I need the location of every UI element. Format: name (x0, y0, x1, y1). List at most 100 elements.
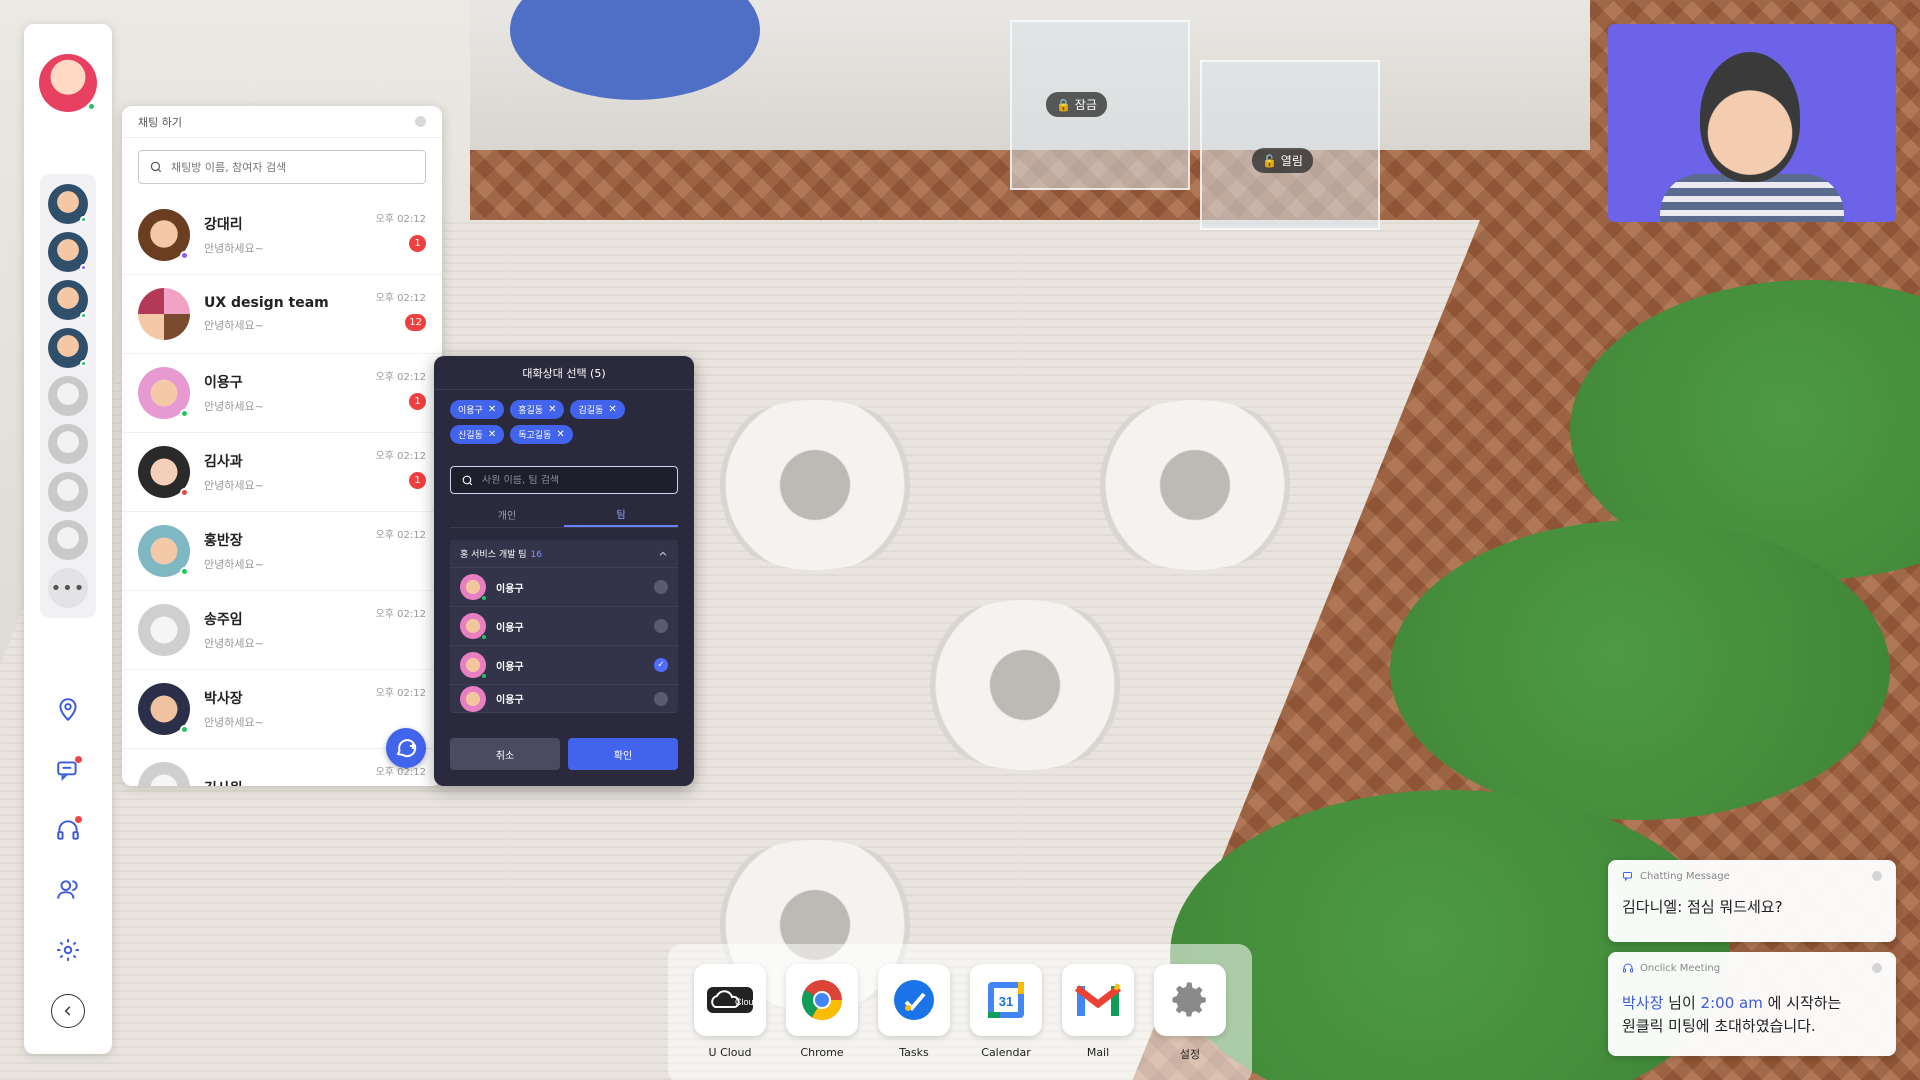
chat-list-item[interactable]: 홍반장 안녕하세요~ 오후 02:12 (122, 512, 442, 591)
remove-chip-icon[interactable]: ✕ (488, 404, 496, 415)
headset-button[interactable] (52, 814, 84, 846)
chat-preview: 안녕하세요~ (204, 558, 264, 571)
tab-individual[interactable]: 개인 (450, 502, 564, 527)
online-status-dot (80, 312, 87, 319)
map-pin-icon (59, 698, 77, 722)
unread-badge: 1 (409, 472, 426, 489)
tasks-icon (894, 980, 934, 1020)
lounge-grass-2 (1390, 520, 1890, 820)
room-tag-open[interactable]: 🔓 열림 (1252, 148, 1313, 173)
round-desk[interactable] (1080, 400, 1310, 570)
selected-chip[interactable]: 신길동 ✕ (450, 425, 505, 444)
picker-search-input[interactable] (482, 474, 667, 486)
friend-avatar-offline[interactable] (48, 520, 88, 560)
dock-label: 설정 (1179, 1048, 1201, 1061)
svg-text:Cloud: Cloud (735, 997, 755, 1007)
chip-label: 홍길동 (518, 406, 544, 416)
dock-app-calendar[interactable]: 31 Calendar (970, 964, 1042, 1080)
friend-avatar-offline[interactable] (48, 424, 88, 464)
meeting-host[interactable]: 박사장 (1622, 994, 1663, 1012)
round-desk[interactable] (910, 600, 1140, 770)
meeting-time: 2:00 am (1700, 994, 1763, 1012)
confirm-button[interactable]: 확인 (568, 738, 678, 770)
dock-app-ucloud[interactable]: Cloud U Cloud (694, 964, 766, 1080)
selected-chip[interactable]: 홍길동 ✕ (510, 400, 565, 419)
dismiss-notification-button[interactable] (1872, 963, 1882, 973)
close-panel-button[interactable] (415, 116, 426, 127)
meeting-room-open[interactable] (1200, 60, 1380, 230)
location-button[interactable] (52, 694, 84, 726)
tab-team[interactable]: 팀 (564, 502, 678, 527)
settings-button[interactable] (52, 934, 84, 966)
selected-chip[interactable]: 이용구 ✕ (450, 400, 505, 419)
more-friends-button[interactable]: ••• (48, 568, 88, 608)
remove-chip-icon[interactable]: ✕ (608, 404, 616, 415)
avatar (138, 446, 190, 498)
friend-avatar[interactable] (48, 328, 88, 368)
friend-avatar[interactable] (48, 280, 88, 320)
selected-chip[interactable]: 김길동 ✕ (570, 400, 625, 419)
tasks-icon-tile (878, 964, 950, 1036)
select-radio[interactable] (654, 580, 668, 594)
remove-chip-icon[interactable]: ✕ (556, 429, 564, 440)
team-member-row[interactable]: 이용구 (450, 685, 678, 713)
chrome-icon (802, 980, 842, 1020)
selected-chip[interactable]: 독고길동 ✕ (510, 425, 573, 444)
chat-bubble-icon (1623, 872, 1632, 882)
friend-avatar-offline[interactable] (48, 472, 88, 512)
chat-button[interactable] (52, 754, 84, 786)
chat-list-item[interactable]: 이용구 안녕하세요~ 오후 02:12 1 (122, 354, 442, 433)
calendar-icon-tile: 31 (970, 964, 1042, 1036)
chevron-left-icon (64, 1006, 71, 1016)
collapse-sidebar-button[interactable] (51, 994, 85, 1028)
dock-label: U Cloud (708, 1046, 752, 1059)
dismiss-notification-button[interactable] (1872, 871, 1882, 881)
team-member-row[interactable]: 이용구 (450, 568, 678, 607)
chevron-up-icon[interactable] (658, 549, 668, 559)
room-tag-locked[interactable]: 🔒 잠금 (1046, 92, 1107, 117)
select-radio[interactable] (654, 619, 668, 633)
chat-list-item[interactable]: 김사과 안녕하세요~ 오후 02:12 1 (122, 433, 442, 512)
video-avatar-tile[interactable] (1608, 24, 1896, 222)
chat-list-item[interactable]: UX design team 안녕하세요~ 오후 02:12 12 (122, 275, 442, 354)
room-tag-open-label: 열림 (1280, 154, 1303, 168)
contacts-button[interactable] (52, 874, 84, 906)
chat-notification[interactable]: Chatting Message 김다니엘: 점심 뭐드세요? (1608, 860, 1896, 942)
my-avatar[interactable] (39, 54, 97, 112)
search-icon (462, 475, 473, 485)
avatar (460, 685, 486, 712)
chat-preview: 안녕하세요~ (204, 637, 264, 650)
dock-app-tasks[interactable]: Tasks (878, 964, 950, 1080)
mail-icon-tile (1062, 964, 1134, 1036)
new-chat-button[interactable] (386, 728, 426, 768)
cancel-button[interactable]: 취소 (450, 738, 560, 770)
chat-list-item[interactable]: 송주임 안녕하세요~ 오후 02:12 (122, 591, 442, 670)
check-icon: ✓ (657, 660, 665, 670)
notification-message: 박사장 님이 2:00 am 에 시작하는 원클릭 미팅에 초대하였습니다. (1622, 992, 1882, 1037)
dock-app-settings[interactable]: 설정 (1154, 964, 1226, 1080)
friend-avatar[interactable] (48, 184, 88, 224)
dock-app-mail[interactable]: Mail (1062, 964, 1134, 1080)
team-member-row[interactable]: 이용구 (450, 607, 678, 646)
remove-chip-icon[interactable]: ✕ (548, 404, 556, 415)
round-desk[interactable] (700, 400, 930, 570)
busy-status-dot (180, 488, 189, 497)
dock-label: Calendar (981, 1046, 1031, 1059)
meeting-notification[interactable]: Onclick Meeting 박사장 님이 2:00 am 에 시작하는 원클… (1608, 952, 1896, 1056)
member-name: 이용구 (496, 622, 524, 634)
chip-label: 김길동 (578, 406, 604, 416)
remove-chip-icon[interactable]: ✕ (488, 429, 496, 440)
team-member-row[interactable]: 이용구 ✓ (450, 646, 678, 685)
team-group-header[interactable]: 홍 서비스 개발 팀 16 (450, 540, 678, 568)
member-name: 이용구 (496, 661, 524, 673)
chat-search-input[interactable] (171, 160, 415, 174)
select-radio-checked[interactable]: ✓ (654, 658, 668, 672)
unlock-icon: 🔓 (1262, 154, 1277, 168)
chat-list-item[interactable]: 강대리 안녕하세요~ 오후 02:12 1 (122, 196, 442, 275)
avatar (460, 574, 487, 601)
dock-app-chrome[interactable]: Chrome (786, 964, 858, 1080)
select-radio[interactable] (654, 691, 668, 706)
friend-avatar-offline[interactable] (48, 376, 88, 416)
friend-avatar[interactable] (48, 232, 88, 272)
chrome-icon-tile (786, 964, 858, 1036)
